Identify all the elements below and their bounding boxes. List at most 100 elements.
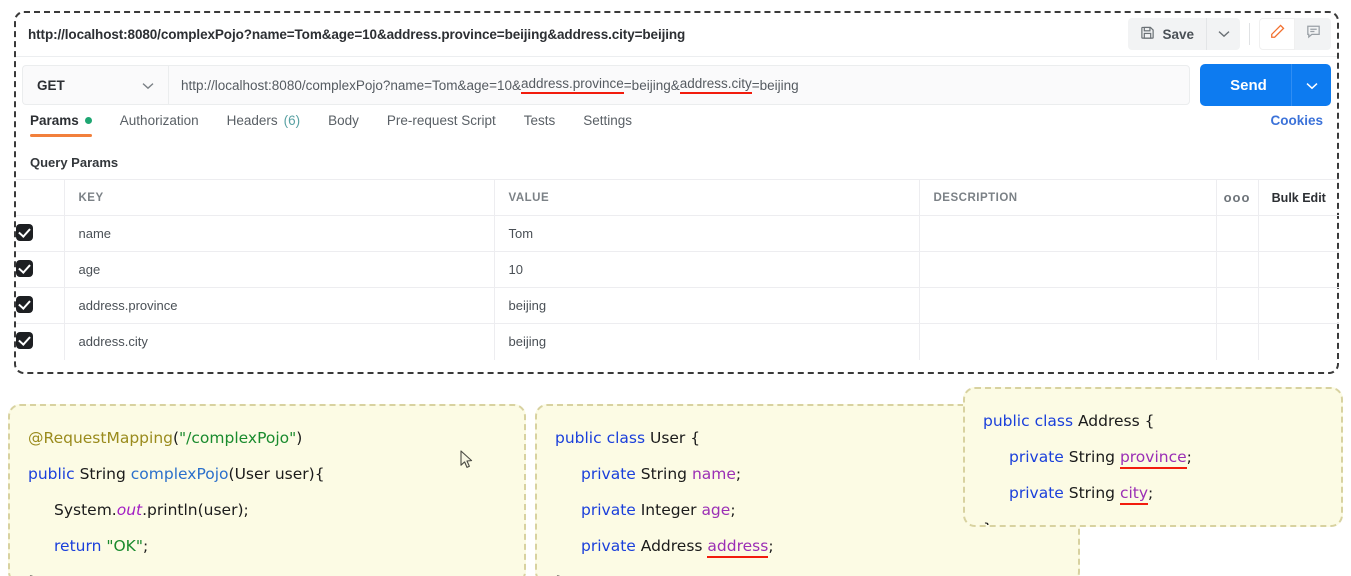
row-spacer-2	[1258, 287, 1339, 324]
tab-body[interactable]: Body	[328, 113, 359, 136]
tab-settings[interactable]: Settings	[583, 113, 632, 136]
checkbox-checked-icon	[16, 259, 33, 277]
code-line: public String complexPojo(User user){	[28, 456, 506, 492]
table-row[interactable]: address.province beijing	[16, 287, 1339, 324]
comments-button[interactable]	[1295, 18, 1331, 50]
edit-documentation-button[interactable]	[1259, 18, 1295, 50]
row-checkbox[interactable]	[16, 215, 65, 252]
keyword-token: private	[581, 501, 636, 519]
tab-params-label: Params	[30, 113, 79, 128]
tab-params[interactable]: Params	[30, 113, 92, 137]
tab-settings-label: Settings	[583, 113, 633, 128]
tab-authorization[interactable]: Authorization	[120, 113, 199, 136]
url-input[interactable]: http://localhost:8080/complexPojo?name=T…	[168, 65, 1190, 105]
class-name-token: Address {	[1073, 412, 1155, 430]
send-button[interactable]: Send	[1200, 64, 1331, 106]
row-value[interactable]: 10	[494, 251, 920, 288]
checkbox-checked-icon	[16, 295, 33, 313]
keyword-token: public class	[983, 412, 1074, 430]
row-key[interactable]: name	[64, 215, 495, 252]
tab-body-label: Body	[328, 113, 359, 128]
paren-token: )	[296, 429, 303, 447]
semicolon-token: ;	[1148, 484, 1154, 502]
row-value[interactable]: Tom	[494, 215, 920, 252]
params-active-dot-icon	[84, 117, 92, 124]
row-spacer-2	[1258, 323, 1339, 360]
field-token: name	[691, 465, 736, 483]
expr-token: .println(user);	[142, 501, 249, 519]
table-header-key: KEY	[64, 179, 495, 216]
row-value[interactable]: beijing	[494, 287, 920, 324]
semicolon-token: ;	[730, 501, 736, 519]
cookies-link[interactable]: Cookies	[1270, 113, 1323, 128]
save-dropdown-button[interactable]	[1206, 18, 1240, 50]
tab-pre-request-script-label: Pre-request Script	[386, 113, 496, 128]
class-name-token: User {	[645, 429, 701, 447]
comment-icon	[1305, 23, 1322, 45]
url-text-between: =beijing&	[623, 77, 680, 93]
row-spacer	[1216, 287, 1259, 324]
code-line: }	[28, 564, 506, 576]
http-method-select[interactable]: GET	[22, 65, 168, 105]
row-checkbox[interactable]	[16, 251, 65, 288]
code-line: }	[555, 564, 1060, 576]
url-text-after: =beijing	[751, 77, 799, 93]
request-title-url: http://localhost:8080/complexPojo?name=T…	[28, 27, 686, 42]
row-key[interactable]: address.province	[64, 287, 495, 324]
tab-headers-label: Headers	[226, 113, 278, 128]
tab-authorization-label: Authorization	[119, 113, 199, 128]
save-label: Save	[1162, 26, 1194, 42]
http-method-label: GET	[37, 77, 65, 93]
postman-request-panel: http://localhost:8080/complexPojo?name=T…	[14, 11, 1339, 374]
request-input-row: GET http://localhost:8080/complexPojo?na…	[16, 57, 1337, 113]
row-description[interactable]	[919, 323, 1217, 360]
keyword-token: private	[581, 537, 636, 555]
table-header-row: KEY VALUE DESCRIPTION ooo Bulk Edit	[16, 179, 1339, 216]
semicolon-token: ;	[142, 537, 149, 555]
table-row[interactable]: address.city beijing	[16, 323, 1339, 360]
table-options-button[interactable]: ooo	[1216, 179, 1259, 216]
row-key[interactable]: age	[64, 251, 495, 288]
mouse-pointer-icon	[460, 450, 474, 475]
send-label: Send	[1230, 76, 1267, 94]
row-description[interactable]	[919, 251, 1217, 288]
type-token: String	[635, 465, 692, 483]
chevron-down-icon	[1305, 77, 1318, 94]
chevron-down-icon	[142, 78, 154, 93]
chevron-down-icon	[1218, 25, 1230, 43]
code-line: }	[983, 511, 1323, 525]
title-bar-actions: Save	[1128, 18, 1331, 50]
table-row[interactable]: age 10	[16, 251, 1339, 288]
send-dropdown-button[interactable]	[1291, 64, 1331, 106]
code-line: System.out.println(user);	[28, 492, 506, 528]
request-title-bar: http://localhost:8080/complexPojo?name=T…	[16, 13, 1337, 57]
row-spacer-2	[1258, 251, 1339, 288]
row-value[interactable]: beijing	[494, 323, 920, 360]
tab-headers[interactable]: Headers (6)	[227, 113, 301, 136]
table-header-value: VALUE	[494, 179, 920, 216]
row-description[interactable]	[919, 287, 1217, 324]
tab-tests[interactable]: Tests	[524, 113, 556, 136]
field-token-highlighted: province	[1119, 448, 1187, 469]
row-checkbox[interactable]	[16, 323, 65, 360]
floppy-disk-icon	[1140, 25, 1155, 43]
table-row[interactable]: name Tom	[16, 215, 1339, 252]
field-token-highlighted: address	[707, 537, 769, 558]
row-key[interactable]: address.city	[64, 323, 495, 360]
tab-pre-request-script[interactable]: Pre-request Script	[387, 113, 496, 136]
bulk-edit-button[interactable]: Bulk Edit	[1258, 179, 1339, 216]
tab-headers-count: (6)	[283, 113, 301, 128]
type-token: Address	[635, 537, 708, 555]
row-spacer-2	[1258, 215, 1339, 252]
pencil-icon	[1269, 23, 1286, 45]
url-highlight-province: address.province	[520, 76, 624, 94]
toolbar-divider	[1249, 23, 1250, 45]
keyword-token: public class	[555, 429, 646, 447]
string-token: "OK"	[106, 537, 143, 555]
screenshot-root: http://localhost:8080/complexPojo?name=T…	[0, 0, 1351, 576]
ellipsis-icon: ooo	[1223, 190, 1251, 205]
row-checkbox[interactable]	[16, 287, 65, 324]
save-button[interactable]: Save	[1128, 18, 1206, 50]
type-token: String	[1063, 448, 1120, 466]
row-description[interactable]	[919, 215, 1217, 252]
